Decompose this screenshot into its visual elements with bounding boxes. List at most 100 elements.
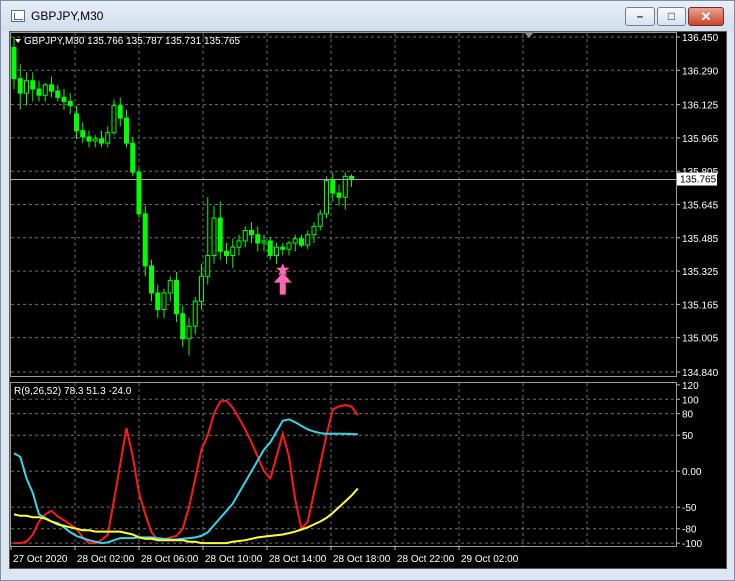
minimize-icon: –: [636, 9, 644, 23]
time-tick-label: 28 Oct 14:00: [269, 554, 327, 565]
candle-body: [292, 238, 298, 244]
indicator-tick-label: 50: [682, 431, 694, 442]
candle-body: [286, 242, 292, 250]
candle-body: [280, 246, 286, 250]
candle-body: [167, 279, 173, 294]
time-tick-label: 28 Oct 22:00: [397, 554, 455, 565]
buy-arrow-icon: [273, 272, 292, 295]
candle-body: [30, 80, 36, 90]
close-icon: ✕: [700, 9, 712, 24]
candle-body: [142, 213, 148, 267]
candle-body: [205, 254, 211, 277]
candle-body: [117, 105, 123, 119]
candle-body: [105, 132, 111, 144]
candle-body: [74, 113, 79, 132]
chart-area[interactable]: 136.450136.290136.125135.965135.805135.6…: [9, 31, 727, 569]
minimize-button[interactable]: –: [625, 7, 655, 26]
candle-body: [224, 250, 229, 256]
candle-body: [92, 138, 98, 142]
candle-body: [324, 180, 329, 215]
time-tick-label: 28 Oct 18:00: [333, 554, 391, 565]
candle-body: [111, 105, 117, 134]
candle-body: [36, 88, 42, 96]
candle-body: [124, 117, 129, 144]
candle-body: [155, 292, 161, 311]
candle-body: [249, 230, 254, 236]
candle-body: [242, 230, 248, 242]
price-tick-label: 135.485: [682, 234, 719, 245]
candle-body: [61, 96, 67, 103]
candle-body: [317, 213, 323, 227]
price-tick-label: 135.165: [682, 300, 719, 311]
indicator-tick-label: -50: [682, 503, 697, 514]
price-tick-label: 135.325: [682, 267, 719, 278]
candle-body: [49, 84, 54, 92]
candle-body: [255, 234, 261, 244]
current-price-label: 135.765: [680, 175, 717, 186]
candle-body: [180, 313, 186, 340]
candle-body: [274, 246, 279, 256]
indicator-tick-label: -100: [682, 539, 702, 550]
candle-body: [267, 240, 273, 256]
candle-body: [211, 217, 217, 256]
candle-body: [55, 90, 61, 98]
indicator-tick-label: 0.00: [682, 467, 702, 478]
indicator-pane[interactable]: 120 100 80 50 0.00 -50 -80 -100 R(9,26,52) 78.3 …: [10, 381, 703, 565]
price-tick-label: 136.125: [682, 101, 719, 112]
close-button[interactable]: ✕: [688, 7, 724, 26]
time-tick-label: 29 Oct 02:00: [461, 554, 519, 565]
candle-body: [311, 225, 317, 236]
candle-body: [130, 142, 136, 173]
indicator-header: R(9,26,52) 78.3 51.3 -24.0: [14, 386, 132, 397]
candle-body: [299, 238, 304, 246]
indicator-tick-label: 100: [682, 395, 699, 406]
candle-body: [161, 292, 167, 311]
candle-body: [99, 138, 104, 144]
time-tick-label: 28 Oct 06:00: [141, 554, 199, 565]
title-bar[interactable]: GBPJPY,M30 – □ ✕: [1, 1, 734, 31]
time-tick-label: 28 Oct 10:00: [205, 554, 263, 565]
candle-body: [236, 240, 242, 248]
price-tick-label: 136.450: [682, 33, 719, 44]
candle-body: [305, 234, 311, 246]
candle-body: [42, 84, 48, 96]
candle-body: [174, 279, 179, 315]
price-header: GBPJPY,M30 135.766 135.787 135.731 135.7…: [24, 36, 241, 47]
chart-window-icon: [11, 10, 25, 22]
price-tick-label: 134.840: [682, 368, 719, 379]
candle-body: [136, 171, 142, 215]
candle-body: [67, 101, 73, 107]
time-tick-label: 28 Oct 02:00: [77, 554, 135, 565]
indicator-series-line: [14, 399, 359, 545]
price-tick-label: 135.005: [682, 334, 719, 345]
candle-body: [330, 180, 336, 194]
candle-body: [261, 240, 267, 244]
indicator-tick-label: 80: [682, 410, 694, 421]
header-dropdown-icon: [15, 39, 21, 43]
candle-body: [86, 136, 92, 142]
candle-body: [199, 275, 204, 302]
chart-window: GBPJPY,M30 – □ ✕ 136.450 136.290 136.125 13…: [0, 0, 735, 581]
shift-marker-icon: [524, 32, 534, 38]
indicator-tick-label: 120: [682, 381, 699, 392]
candle-body: [149, 265, 154, 294]
candle-body: [17, 78, 23, 94]
indicator-tick-label: -80: [682, 525, 697, 536]
candle-body: [192, 300, 198, 327]
candle-body: [186, 325, 192, 340]
chart-canvas[interactable]: 136.450136.290136.125135.965135.805135.6…: [10, 32, 726, 568]
maximize-button[interactable]: □: [657, 7, 686, 26]
price-tick-label: 135.645: [682, 201, 719, 212]
candle-body: [24, 80, 29, 94]
price-pane[interactable]: 136.450136.290136.125135.965135.805135.6…: [10, 32, 719, 379]
time-tick-label: 27 Oct 2020: [13, 554, 68, 565]
candle-body: [80, 130, 86, 138]
maximize-icon: □: [667, 9, 676, 23]
window-title: GBPJPY,M30: [31, 9, 104, 23]
candle-body: [230, 246, 236, 256]
candle-body: [217, 217, 223, 252]
price-tick-label: 135.965: [682, 134, 719, 145]
candle-body: [11, 46, 17, 80]
candle-body: [336, 192, 342, 198]
price-tick-label: 136.290: [682, 66, 719, 77]
